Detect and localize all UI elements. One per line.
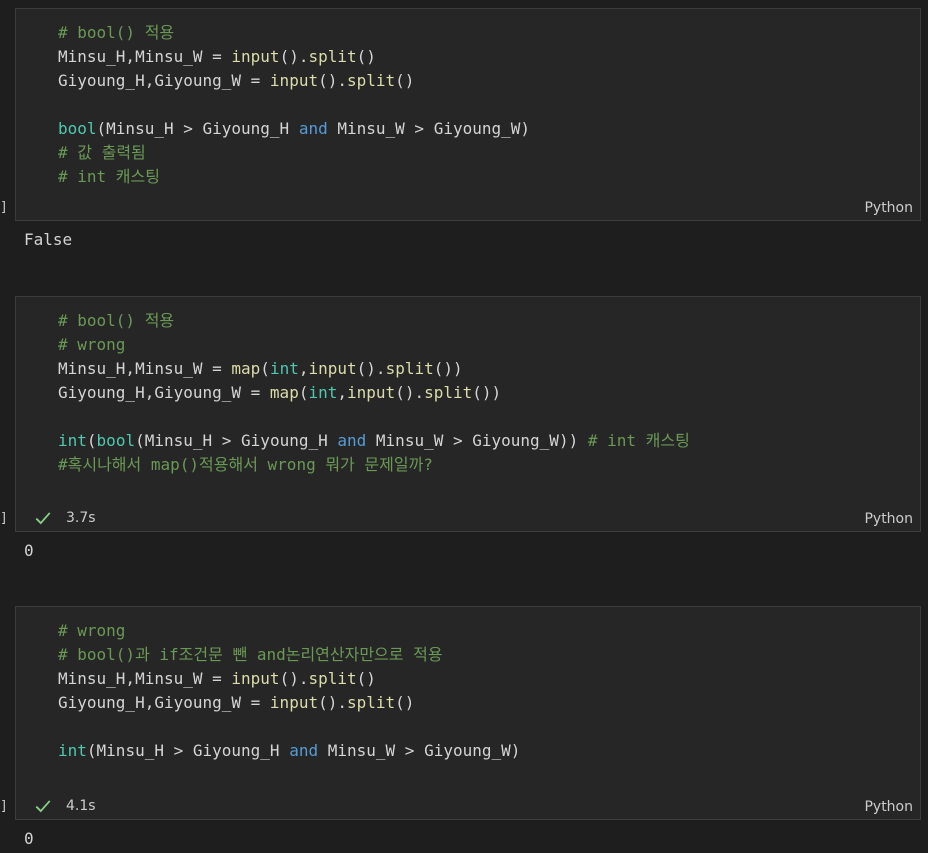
code-line: #혹시나해서 map()적용해서 wrong 뭐가 문제일까? xyxy=(58,455,433,474)
code-line: Minsu_H,Minsu_W = input().split() xyxy=(58,47,376,66)
execution-status: 3.7s xyxy=(34,509,96,527)
cell-output: False xyxy=(24,230,73,249)
execution-status: 4.1s xyxy=(34,797,96,815)
code-line: Giyoung_H,Giyoung_W = map(int,input().sp… xyxy=(58,383,502,402)
cell-execution-bracket: ] xyxy=(0,799,8,814)
code-line: Minsu_H,Minsu_W = input().split() xyxy=(58,669,376,688)
cell-execution-bracket: ] xyxy=(0,200,8,215)
code-line: int(bool(Minsu_H > Giyoung_H and Minsu_W… xyxy=(58,431,690,450)
code-editor[interactable]: # wrong # bool()과 if조건문 뺀 and논리연산자만으로 적용 M… xyxy=(58,619,520,763)
execution-time: 4.1s xyxy=(66,798,96,814)
code-line: Giyoung_H,Giyoung_W = input().split() xyxy=(58,71,415,90)
language-label[interactable]: Python xyxy=(864,799,913,815)
code-line: # bool()과 if조건문 뺀 and논리연산자만으로 적용 xyxy=(58,645,443,664)
language-label[interactable]: Python xyxy=(864,511,913,527)
cell-execution-bracket: ] xyxy=(0,511,8,526)
code-line: # 값 출력됨 xyxy=(58,143,146,162)
code-cell-3[interactable]: # wrong # bool()과 if조건문 뺀 and논리연산자만으로 적용 M… xyxy=(15,606,921,820)
code-line: Giyoung_H,Giyoung_W = input().split() xyxy=(58,693,415,712)
check-icon xyxy=(35,800,51,813)
code-line: # wrong xyxy=(58,335,126,354)
code-line: Minsu_H,Minsu_W = map(int,input().split(… xyxy=(58,359,463,378)
code-line: int(Minsu_H > Giyoung_H and Minsu_W > Gi… xyxy=(58,741,521,760)
execution-time: 3.7s xyxy=(66,510,96,526)
code-line: bool(Minsu_H > Giyoung_H and Minsu_W > G… xyxy=(58,119,531,138)
code-line: # wrong xyxy=(58,621,126,640)
check-icon xyxy=(35,512,51,525)
code-editor[interactable]: # bool() 적용 Minsu_H,Minsu_W = input().spl… xyxy=(58,21,530,189)
cell-output: 0 xyxy=(24,541,34,560)
language-label[interactable]: Python xyxy=(864,200,913,216)
code-line: # int 캐스팅 xyxy=(58,167,160,186)
code-cell-1[interactable]: # bool() 적용 Minsu_H,Minsu_W = input().spl… xyxy=(15,8,921,221)
code-editor[interactable]: # bool() 적용 # wrong Minsu_H,Minsu_W = map(… xyxy=(58,309,690,477)
code-line: # bool() 적용 xyxy=(58,311,175,330)
code-line: # bool() 적용 xyxy=(58,23,175,42)
cell-output: 0 xyxy=(24,829,34,848)
code-cell-2[interactable]: # bool() 적용 # wrong Minsu_H,Minsu_W = map(… xyxy=(15,296,921,532)
